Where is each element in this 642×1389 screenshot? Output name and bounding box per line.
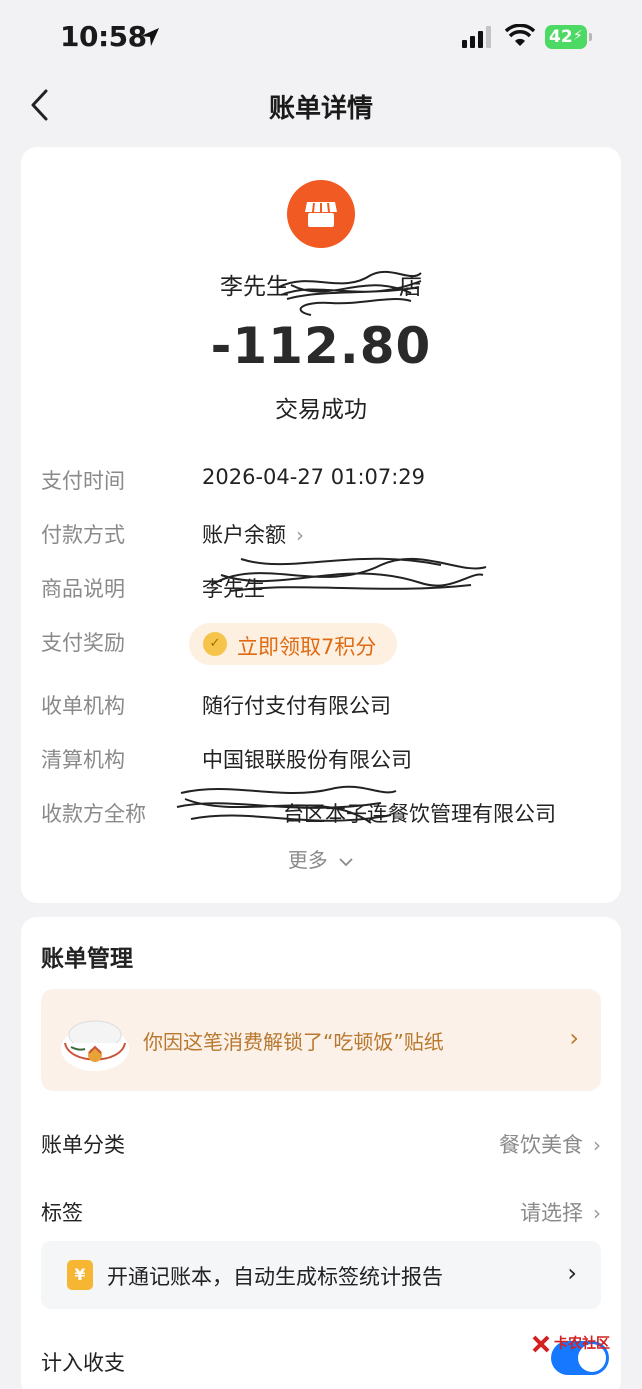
wifi-icon [505,24,535,46]
transaction-status: 交易成功 [275,397,367,423]
amount: -112.80 [210,317,432,375]
goods-desc-label: 商品说明 [41,577,125,601]
chevron-right-icon: › [567,1259,577,1287]
income-expense-label: 计入收支 [41,1351,125,1375]
acquirer-label: 收单机构 [41,694,125,718]
sticker-message: 你因这笔消费解锁了“吃顿饭”贴纸 [143,1030,444,1054]
chevron-right-icon: › [593,1201,601,1225]
clearing-label: 清算机构 [41,748,125,772]
show-more-label: 更多 [287,848,328,872]
merchant-name: 李先生 店 [21,267,621,301]
claim-reward-button[interactable]: ✓ 立即领取7积分 [189,623,397,665]
chevron-right-icon: › [569,1024,579,1052]
claim-reward-label: 立即领取7积分 [237,635,377,659]
rice-bowl-sticker-icon [61,1020,129,1071]
chevron-right-icon: › [593,1133,601,1157]
status-bar: 10:58 42 ⚡ [0,0,642,76]
pay-method-label: 付款方式 [41,523,125,547]
section-title: 账单管理 [41,946,133,972]
reward-label: 支付奖励 [41,631,125,655]
pay-time-value: 2026-04-27 01:07:29 [202,465,426,489]
chevron-right-icon: › [296,523,304,547]
store-icon [287,180,355,248]
chevron-down-icon [339,857,353,866]
tags-label: 标签 [41,1201,83,1225]
coin-icon: ✓ [203,632,227,656]
category-value: 餐饮美食 [499,1133,583,1157]
pay-time-label: 支付时间 [41,469,125,493]
battery-icon: 42 ⚡ [545,25,593,49]
merchant-name-tail: 店 [399,274,422,300]
tags-selector[interactable]: 请选择 › [520,1197,601,1227]
tags-value: 请选择 [520,1201,583,1225]
acquirer-value: 随行付支付有限公司 [202,694,391,718]
open-ledger-text: 开通记账本，自动生成标签统计报告 [107,1265,443,1289]
status-time: 10:58 [60,20,147,53]
pay-method-value: 账户余额 [202,523,286,547]
nav-bar: 账单详情 [0,76,642,134]
page-title: 账单详情 [268,94,373,124]
merchant-name-head: 李先生 [220,274,289,300]
open-ledger-banner[interactable]: ¥ 开通记账本，自动生成标签统计报告 › [41,1241,601,1309]
cellular-signal-icon [462,26,491,48]
payee-label: 收款方全称 [41,802,146,826]
ledger-icon: ¥ [67,1260,93,1290]
watermark: 卡农社区 [530,1333,610,1357]
payee-value: 台区本子连餐饮管理有限公司 [283,802,556,826]
watermark-text: 卡农社区 [554,1336,610,1352]
bill-management-card: 账单管理 你因这笔消费解锁了“吃顿饭”贴纸 › 账单分类 餐饮美食 › 标签 请选… [21,917,621,1389]
location-arrow-icon [141,28,159,46]
clearing-value: 中国银联股份有限公司 [202,748,412,772]
goods-desc-value: 李先生 [202,577,265,601]
show-more-button[interactable]: 更多 [21,844,621,873]
bill-detail-card: 李先生 店 -112.80 交易成功 支付时间 2026-04-27 01:07:… [21,147,621,903]
watermark-logo-icon [532,1335,550,1353]
sticker-banner[interactable]: 你因这笔消费解锁了“吃顿饭”贴纸 › [41,989,601,1091]
category-label: 账单分类 [41,1133,125,1157]
charging-bolt-icon: ⚡ [573,28,583,44]
pay-method-link[interactable]: 账户余额 › [202,519,304,549]
category-selector[interactable]: 餐饮美食 › [499,1129,601,1159]
